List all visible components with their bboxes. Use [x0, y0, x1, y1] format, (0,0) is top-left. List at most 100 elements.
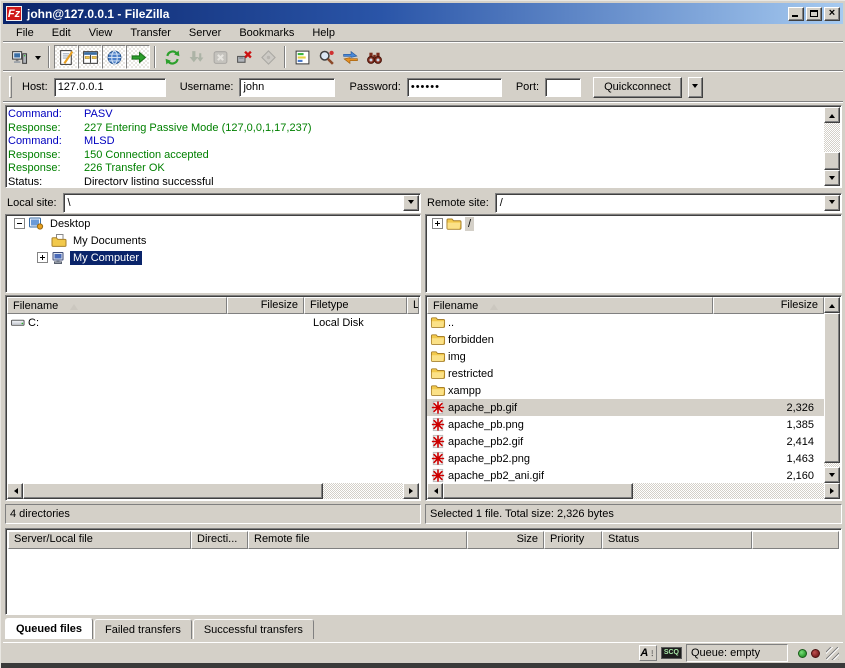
column-header-filesize[interactable]: Filesize [227, 297, 304, 314]
scroll-right-button[interactable] [403, 483, 419, 499]
local-status-text: 4 directories [10, 508, 70, 520]
toggle-message-log-icon[interactable] [54, 45, 78, 69]
folder-row[interactable]: xampp [427, 382, 824, 399]
disconnect-icon[interactable] [232, 45, 256, 69]
folder-row[interactable]: forbidden [427, 331, 824, 348]
scroll-thumb[interactable] [824, 313, 840, 463]
file-row-c-drive[interactable]: C: Local Disk [7, 314, 419, 331]
local-site-value: \ [64, 197, 402, 209]
menu-transfer[interactable]: Transfer [121, 25, 180, 42]
scroll-left-button[interactable] [427, 483, 443, 499]
file-row-selected[interactable]: apache_pb.gif2,326 [427, 399, 824, 416]
port-label: Port: [516, 81, 539, 93]
toolbar-gripper[interactable] [9, 76, 12, 98]
menu-help[interactable]: Help [303, 25, 344, 42]
reconnect-icon[interactable] [256, 45, 280, 69]
scroll-right-button[interactable] [824, 483, 840, 499]
activity-indicator-red-icon [811, 649, 820, 658]
folder-row[interactable]: .. [427, 314, 824, 331]
column-header-filetype[interactable]: Filetype [304, 297, 407, 314]
expand-icon[interactable] [37, 252, 48, 263]
expand-icon[interactable] [432, 218, 443, 229]
speedlimit-led-icon[interactable]: SCQ [661, 647, 682, 659]
menu-server[interactable]: Server [180, 25, 230, 42]
scroll-thumb[interactable] [824, 152, 840, 170]
remote-vscrollbar[interactable] [824, 297, 840, 483]
file-row[interactable]: apache_pb.png1,385 [427, 416, 824, 433]
toggle-remote-view-icon[interactable] [102, 45, 126, 69]
quickconnect-dropdown[interactable] [688, 77, 703, 98]
username-input[interactable] [239, 78, 335, 97]
local-hscrollbar[interactable] [7, 483, 419, 499]
column-header-filename[interactable]: Filename [427, 297, 713, 314]
menu-file[interactable]: File [7, 25, 43, 42]
column-header-filename[interactable]: Filename [7, 297, 227, 314]
port-input[interactable] [545, 78, 581, 97]
menu-bookmarks[interactable]: Bookmarks [230, 25, 303, 42]
column-header-direction[interactable]: Directi... [191, 531, 248, 549]
my-documents-icon [51, 233, 67, 249]
tab-queued-files[interactable]: Queued files [5, 618, 93, 639]
column-header-remote-file[interactable]: Remote file [248, 531, 467, 549]
folder-row[interactable]: img [427, 348, 824, 365]
chevron-down-icon[interactable] [403, 195, 419, 211]
remote-list-header: Filename Filesize [427, 297, 824, 314]
tree-item-desktop[interactable]: Desktop [6, 215, 420, 232]
tree-item-my-documents[interactable]: My Documents [6, 232, 420, 249]
file-row[interactable]: apache_pb2_ani.gif2,160 [427, 467, 824, 483]
scroll-left-button[interactable] [7, 483, 23, 499]
local-site-combo[interactable]: \ [63, 193, 421, 213]
message-log: Command:PASV Response:227 Entering Passi… [5, 105, 842, 188]
remote-hscrollbar[interactable] [427, 483, 840, 499]
menu-edit[interactable]: Edit [43, 25, 80, 42]
scroll-down-button[interactable] [824, 170, 840, 186]
synchronized-browsing-icon[interactable] [338, 45, 362, 69]
app-icon[interactable]: Fz [6, 6, 22, 21]
refresh-icon[interactable] [160, 45, 184, 69]
column-header-lastmodified[interactable]: L [407, 297, 419, 314]
tab-failed-transfers[interactable]: Failed transfers [94, 619, 192, 639]
menu-view[interactable]: View [80, 25, 122, 42]
folder-row[interactable]: restricted [427, 365, 824, 382]
find-files-icon[interactable] [362, 45, 386, 69]
tab-successful-transfers[interactable]: Successful transfers [193, 619, 314, 639]
directory-filters-icon[interactable] [290, 45, 314, 69]
collapse-icon[interactable] [14, 218, 25, 229]
file-row[interactable]: apache_pb2.png1,463 [427, 450, 824, 467]
scroll-down-button[interactable] [824, 467, 840, 483]
scroll-thumb[interactable] [443, 483, 633, 499]
chevron-down-icon[interactable] [824, 195, 840, 211]
close-button[interactable]: × [824, 7, 840, 21]
tree-item-my-computer[interactable]: My Computer [6, 249, 420, 266]
log-vscrollbar[interactable] [824, 107, 840, 186]
sort-ascending-icon [490, 300, 498, 310]
cancel-icon[interactable] [208, 45, 232, 69]
compare-directories-icon[interactable] [314, 45, 338, 69]
column-header-size[interactable]: Size [467, 531, 544, 549]
minimize-button[interactable] [788, 7, 804, 21]
column-header-server-local-file[interactable]: Server/Local file [8, 531, 191, 549]
site-manager-dropdown[interactable] [31, 45, 44, 69]
column-header-priority[interactable]: Priority [544, 531, 602, 549]
resize-grip[interactable] [826, 647, 839, 660]
password-input[interactable] [407, 78, 502, 97]
remote-site-combo[interactable]: / [495, 193, 842, 213]
scroll-up-button[interactable] [824, 297, 840, 313]
tree-item-root[interactable]: / [426, 215, 841, 232]
file-row[interactable]: apache_pb2.gif2,414 [427, 433, 824, 450]
scroll-thumb[interactable] [23, 483, 323, 499]
quickconnect-button[interactable]: Quickconnect [593, 77, 682, 98]
queue-status-panel: Queue: empty [686, 644, 788, 662]
title-bar[interactable]: Fz john@127.0.0.1 - FileZilla × [3, 3, 843, 24]
scroll-up-button[interactable] [824, 107, 840, 123]
column-header-status[interactable]: Status [602, 531, 752, 549]
column-header-filesize[interactable]: Filesize [713, 297, 824, 314]
transfer-type-ascii-icon[interactable]: A⋮ [639, 645, 657, 661]
process-queue-icon[interactable] [184, 45, 208, 69]
maximize-button[interactable] [806, 7, 822, 21]
host-input[interactable] [54, 78, 166, 97]
toggle-transfer-queue-icon[interactable] [126, 45, 150, 69]
site-manager-icon[interactable] [7, 45, 31, 69]
local-site-row: Local site: \ [5, 193, 421, 213]
toggle-tree-views-icon[interactable] [78, 45, 102, 69]
